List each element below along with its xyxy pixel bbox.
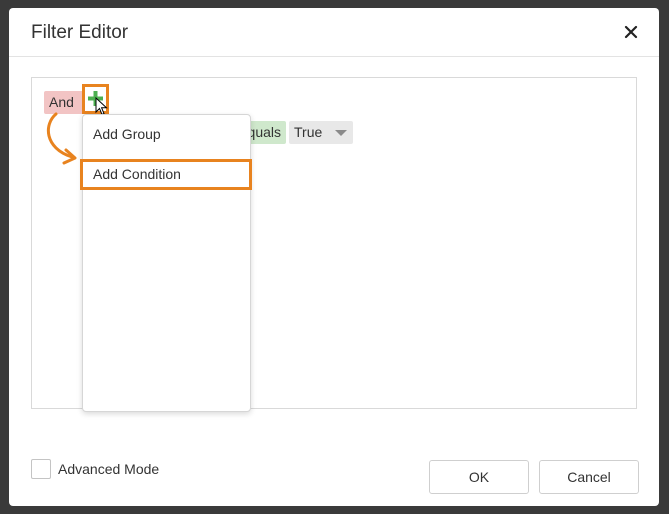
ok-button[interactable]: OK <box>429 460 529 494</box>
close-button[interactable] <box>621 22 641 42</box>
add-menu: Add Group Add Condition <box>80 114 252 412</box>
advanced-mode-toggle[interactable]: Advanced Mode <box>31 458 159 480</box>
menu-item-add-condition[interactable]: Add Condition <box>80 159 252 190</box>
menu-item-add-group[interactable]: Add Group <box>83 119 250 149</box>
advanced-mode-checkbox[interactable] <box>31 459 51 479</box>
close-icon <box>624 25 638 39</box>
filter-tree-area: And quals True Add Group Add Condition <box>31 77 637 412</box>
dialog-title-bar: Filter Editor <box>9 8 659 57</box>
condition-value-chip[interactable]: True <box>289 121 353 144</box>
chevron-down-icon <box>335 130 347 136</box>
cancel-button[interactable]: Cancel <box>539 460 639 494</box>
condition-value-label: True <box>294 124 323 140</box>
dialog-title: Filter Editor <box>31 22 129 43</box>
filter-editor-dialog: Filter Editor And quals True Add Group A… <box>9 8 659 506</box>
advanced-mode-label: Advanced Mode <box>58 461 160 477</box>
